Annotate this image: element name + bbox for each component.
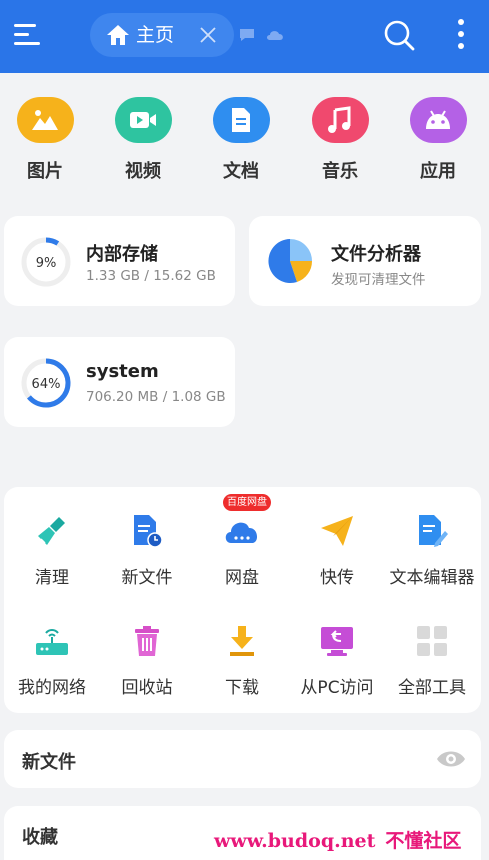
tool-label: 清理 — [35, 568, 69, 588]
category-videos[interactable]: 视频 — [113, 97, 173, 187]
section-title: 收藏 — [22, 827, 58, 848]
analyzer-title: 文件分析器 — [331, 244, 421, 265]
tool-label: 我的网络 — [18, 678, 86, 698]
section-title: 新文件 — [22, 752, 76, 773]
storage-usage: 1.33 GB / 15.62 GB — [86, 268, 216, 284]
cloud-drive-icon — [194, 511, 290, 551]
tool-recycle-bin[interactable]: 回收站 — [99, 621, 195, 698]
tool-download[interactable]: 下载 — [194, 621, 290, 698]
category-label: 文档 — [223, 161, 259, 182]
eye-icon[interactable] — [436, 749, 466, 773]
category-row: 图片 视频 文档 音乐 应用 — [0, 73, 489, 195]
tool-quick-transfer[interactable]: 快传 — [289, 511, 385, 588]
text-editor-icon — [384, 511, 480, 551]
tool-text-editor[interactable]: 文本编辑器 — [384, 511, 480, 588]
hamburger-menu-icon[interactable] — [12, 20, 44, 50]
tab-home-label: 主页 — [136, 24, 175, 46]
tool-all-tools[interactable]: 全部工具 — [384, 621, 480, 698]
tool-new-file[interactable]: 新文件 — [99, 511, 195, 588]
tools-panel: 百度网盘 清理 新文件 网盘 快传 文本编辑器 我的网络 回收站 下载 从PC访… — [4, 487, 481, 713]
category-music[interactable]: 音乐 — [310, 97, 370, 187]
storage-card-internal[interactable]: 9% 内部存储 1.33 GB / 15.62 GB — [4, 216, 235, 306]
category-label: 视频 — [125, 161, 161, 182]
new-file-icon — [99, 511, 195, 551]
storage-percent: 64% — [32, 377, 61, 392]
image-icon — [16, 97, 74, 143]
watermark-site: www.budoq.net — [214, 830, 376, 852]
tab-home[interactable]: 主页 — [90, 13, 234, 57]
storage-title: system — [86, 361, 159, 382]
new-files-section[interactable]: 新文件 — [4, 730, 481, 788]
storage-usage: 706.20 MB / 1.08 GB — [86, 389, 226, 405]
pie-chart-icon — [265, 236, 315, 290]
storage-usage-ring: 9% — [20, 236, 72, 292]
paper-plane-icon — [289, 511, 385, 551]
music-icon — [311, 97, 369, 143]
tool-label: 回收站 — [121, 678, 173, 698]
home-icon — [106, 23, 130, 51]
tool-clean[interactable]: 清理 — [4, 511, 100, 588]
tool-cloud-drive[interactable]: 网盘 — [194, 511, 290, 588]
document-icon — [212, 97, 270, 143]
top-app-bar: 主页 — [0, 0, 489, 73]
tab-extra-icons — [238, 27, 288, 47]
tool-label: 快传 — [320, 568, 354, 588]
trash-icon — [99, 621, 195, 661]
storage-usage-ring: 64% — [20, 357, 72, 413]
category-apps[interactable]: 应用 — [408, 97, 468, 187]
pc-access-icon — [289, 621, 385, 661]
android-icon — [409, 97, 467, 143]
tool-label: 下载 — [225, 678, 259, 698]
tool-label: 网盘 — [225, 568, 259, 588]
tool-label: 新文件 — [121, 568, 173, 588]
category-label: 图片 — [27, 161, 63, 182]
router-icon — [4, 621, 100, 661]
watermark-name: 不懂社区 — [385, 830, 462, 852]
watermark: www.budoq.net 不懂社区 — [214, 826, 461, 853]
grid-icon — [384, 621, 480, 661]
download-icon — [194, 621, 290, 661]
category-label: 音乐 — [322, 161, 358, 182]
tool-label: 从PC访问 — [300, 678, 374, 698]
category-documents[interactable]: 文档 — [211, 97, 271, 187]
storage-card-system[interactable]: 64% system 706.20 MB / 1.08 GB — [4, 337, 235, 427]
category-label: 应用 — [420, 161, 456, 182]
close-icon[interactable] — [198, 25, 218, 49]
category-images[interactable]: 图片 — [15, 97, 75, 187]
file-analyzer-card[interactable]: 文件分析器 发现可清理文件 — [249, 216, 481, 306]
more-vertical-icon[interactable] — [450, 18, 472, 56]
broom-icon — [4, 511, 100, 551]
search-icon[interactable] — [382, 18, 416, 56]
tool-label: 全部工具 — [398, 678, 466, 698]
storage-percent: 9% — [36, 256, 57, 271]
tool-pc-access[interactable]: 从PC访问 — [289, 621, 385, 698]
tool-my-network[interactable]: 我的网络 — [4, 621, 100, 698]
video-icon — [114, 97, 172, 143]
cloud-drive-badge: 百度网盘 — [223, 494, 271, 511]
tool-label: 文本编辑器 — [389, 568, 475, 588]
analyzer-subtitle: 发现可清理文件 — [331, 272, 426, 288]
storage-title: 内部存储 — [86, 244, 158, 265]
